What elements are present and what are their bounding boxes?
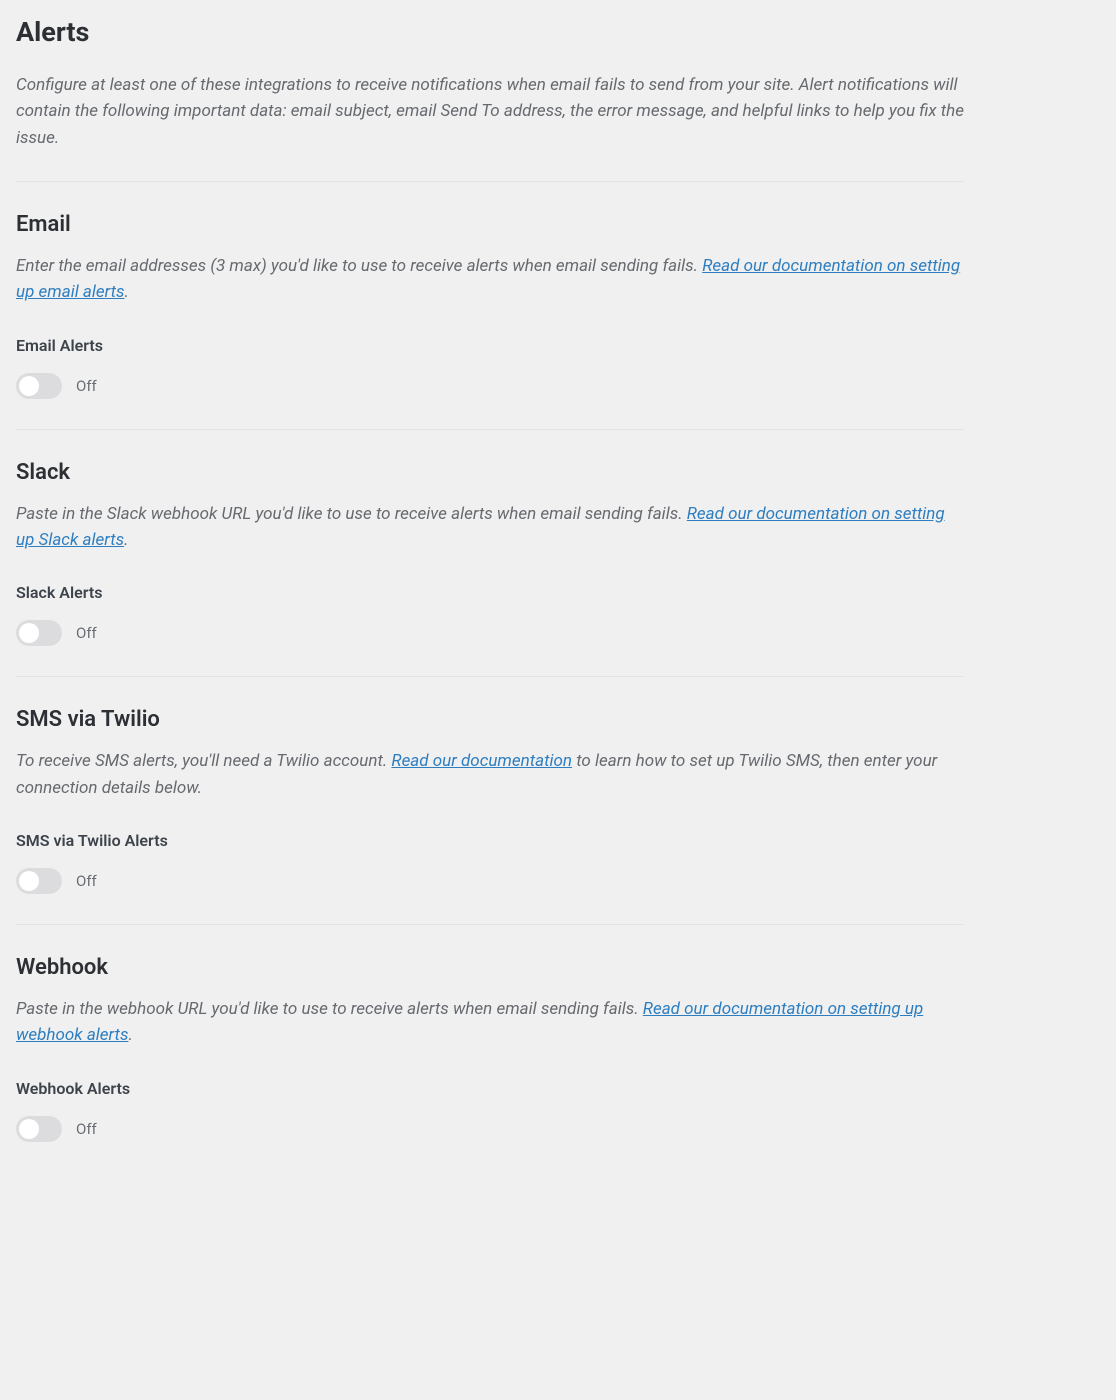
divider	[16, 181, 964, 182]
divider	[16, 924, 964, 925]
section-desc-email: Enter the email addresses (3 max) you'd …	[16, 253, 964, 306]
toggle-label-sms: SMS via Twilio Alerts	[16, 831, 964, 850]
toggle-slack-alerts[interactable]	[16, 620, 62, 646]
desc-prefix: Paste in the webhook URL you'd like to u…	[16, 999, 643, 1019]
section-title-webhook: Webhook	[16, 955, 964, 980]
toggle-label-email: Email Alerts	[16, 336, 964, 355]
desc-prefix: Enter the email addresses (3 max) you'd …	[16, 256, 702, 276]
desc-suffix: .	[125, 282, 129, 302]
toggle-sms-alerts[interactable]	[16, 868, 62, 894]
toggle-state-webhook: Off	[76, 1120, 97, 1138]
toggle-state-sms: Off	[76, 872, 97, 890]
toggle-knob	[19, 1119, 39, 1139]
desc-prefix: To receive SMS alerts, you'll need a Twi…	[16, 751, 391, 771]
section-desc-webhook: Paste in the webhook URL you'd like to u…	[16, 996, 964, 1049]
toggle-knob	[19, 623, 39, 643]
page-intro: Configure at least one of these integrat…	[16, 72, 964, 151]
divider	[16, 676, 964, 677]
section-title-sms: SMS via Twilio	[16, 707, 964, 732]
toggle-webhook-alerts[interactable]	[16, 1116, 62, 1142]
toggle-label-slack: Slack Alerts	[16, 583, 964, 602]
toggle-label-webhook: Webhook Alerts	[16, 1079, 964, 1098]
section-title-email: Email	[16, 212, 964, 237]
section-desc-sms: To receive SMS alerts, you'll need a Twi…	[16, 748, 964, 801]
divider	[16, 429, 964, 430]
toggle-state-email: Off	[76, 377, 97, 395]
page-title: Alerts	[16, 16, 964, 48]
toggle-knob	[19, 871, 39, 891]
toggle-state-slack: Off	[76, 624, 97, 642]
desc-suffix: .	[124, 530, 128, 550]
toggle-knob	[19, 376, 39, 396]
doc-link-sms[interactable]: Read our documentation	[391, 751, 572, 771]
section-title-slack: Slack	[16, 460, 964, 485]
section-desc-slack: Paste in the Slack webhook URL you'd lik…	[16, 501, 964, 554]
desc-prefix: Paste in the Slack webhook URL you'd lik…	[16, 504, 687, 524]
desc-suffix: .	[128, 1025, 132, 1045]
toggle-email-alerts[interactable]	[16, 373, 62, 399]
